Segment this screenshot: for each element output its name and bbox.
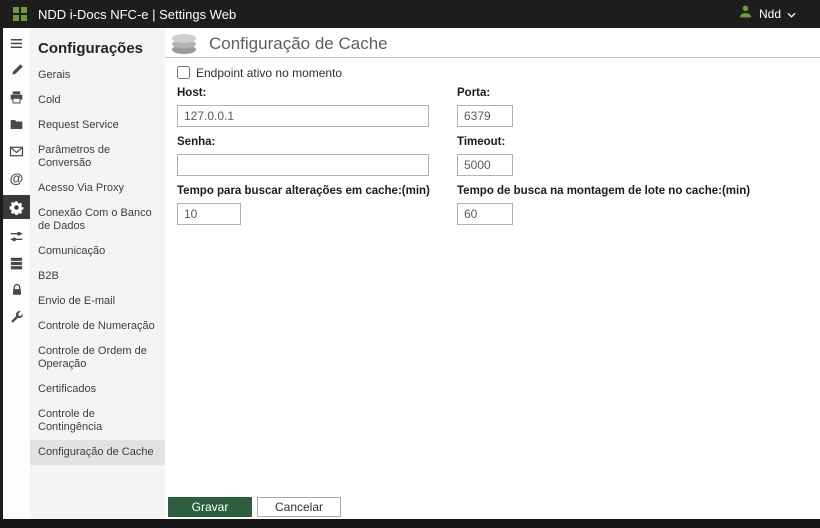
host-label: Host: bbox=[177, 87, 207, 99]
icon-rail: @ bbox=[3, 28, 30, 519]
lock-icon[interactable] bbox=[3, 280, 30, 300]
sidebar-item-conexao-com-o-banco-de-dados[interactable]: Conexão Com o Banco de Dados bbox=[30, 201, 165, 239]
cancel-button[interactable]: Cancelar bbox=[257, 497, 341, 517]
user-name: Ndd bbox=[758, 7, 781, 21]
sidebar-item-acesso-via-proxy[interactable]: Acesso Via Proxy bbox=[30, 176, 165, 201]
endpoint-active-checkbox[interactable] bbox=[177, 66, 190, 79]
sidebar-item-comunicacao[interactable]: Comunicação bbox=[30, 239, 165, 264]
tempo-alteracoes-input[interactable] bbox=[177, 203, 241, 225]
topbar: NDD i-Docs NFC-e | Settings Web Ndd bbox=[0, 0, 820, 28]
sidebar: Configurações Gerais Cold Request Service P… bbox=[30, 28, 165, 519]
senha-input[interactable] bbox=[177, 154, 429, 176]
timeout-label: Timeout: bbox=[457, 136, 506, 148]
sidebar-item-certificados[interactable]: Certificados bbox=[30, 377, 165, 402]
endpoint-active-label: Endpoint ativo no momento bbox=[196, 65, 343, 80]
tempo-lote-field-group: Tempo de busca na montagem de lote no ca… bbox=[457, 185, 820, 225]
sidebar-list: Gerais Cold Request Service Parâmetros de C… bbox=[30, 63, 165, 465]
sidebar-item-parametros-de-conversao[interactable]: Parâmetros de Conversão bbox=[30, 138, 165, 176]
sliders-icon[interactable] bbox=[3, 226, 30, 246]
endpoint-active-row: Endpoint ativo no momento bbox=[177, 65, 820, 80]
sidebar-item-configuracao-de-cache[interactable]: Configuração de Cache bbox=[30, 440, 165, 465]
printer-icon[interactable] bbox=[3, 87, 30, 107]
timeout-field-group: Timeout: bbox=[457, 136, 820, 176]
tempo-lote-input[interactable] bbox=[457, 203, 513, 225]
porta-input[interactable] bbox=[457, 105, 513, 127]
porta-field-group: Porta: bbox=[457, 87, 820, 127]
user-menu[interactable]: Ndd bbox=[738, 4, 796, 24]
porta-label: Porta: bbox=[457, 87, 491, 99]
senha-field-group: Senha: bbox=[177, 136, 457, 176]
host-input[interactable] bbox=[177, 105, 429, 127]
sidebar-title: Configurações bbox=[38, 40, 144, 57]
brush-icon[interactable] bbox=[3, 60, 30, 80]
main-panel: Configuração de Cache Endpoint ativo no … bbox=[165, 28, 820, 519]
page-header: Configuração de Cache bbox=[165, 28, 820, 58]
user-icon bbox=[738, 4, 753, 24]
app-title: NDD i-Docs NFC-e | Settings Web bbox=[38, 6, 237, 22]
menu-icon[interactable] bbox=[3, 33, 30, 53]
sidebar-item-gerais[interactable]: Gerais bbox=[30, 63, 165, 88]
app-body: @ Configurações Gerais Cold Request Serv… bbox=[0, 28, 820, 519]
sidebar-item-controle-de-ordem-de-operacao[interactable]: Controle de Ordem de Operação bbox=[30, 339, 165, 377]
mail-icon[interactable] bbox=[3, 141, 30, 161]
app-window: NDD i-Docs NFC-e | Settings Web Ndd @ Co… bbox=[0, 0, 820, 528]
at-icon[interactable]: @ bbox=[3, 168, 30, 188]
sidebar-item-controle-de-contingencia[interactable]: Controle de Contingência bbox=[30, 402, 165, 440]
tempo-alteracoes-field-group: Tempo para buscar alterações em cache:(m… bbox=[177, 185, 457, 225]
host-field-group: Host: bbox=[177, 87, 457, 127]
chevron-down-icon bbox=[787, 5, 796, 23]
page-title: Configuração de Cache bbox=[209, 33, 388, 53]
wrench-icon[interactable] bbox=[3, 307, 30, 327]
tempo-alteracoes-label: Tempo para buscar alterações em cache:(m… bbox=[177, 185, 430, 197]
sidebar-item-cold[interactable]: Cold bbox=[30, 88, 165, 113]
sidebar-item-b2b[interactable]: B2B bbox=[30, 264, 165, 289]
fields-grid: Host: Porta: Senha: Timeout: bbox=[177, 87, 820, 225]
form-actions: Gravar Cancelar bbox=[168, 497, 341, 517]
gear-icon[interactable] bbox=[3, 195, 30, 219]
save-button[interactable]: Gravar bbox=[168, 497, 252, 517]
bottom-bar bbox=[0, 519, 820, 528]
folder-icon[interactable] bbox=[3, 114, 30, 134]
apps-grid-icon[interactable] bbox=[12, 6, 28, 22]
cache-form: Endpoint ativo no momento Host: Porta: S… bbox=[165, 58, 820, 225]
tempo-lote-label: Tempo de busca na montagem de lote no ca… bbox=[457, 185, 751, 197]
timeout-input[interactable] bbox=[457, 154, 513, 176]
cache-stack-icon bbox=[168, 32, 200, 56]
sidebar-item-request-service[interactable]: Request Service bbox=[30, 113, 165, 138]
sidebar-item-controle-de-numeracao[interactable]: Controle de Numeração bbox=[30, 314, 165, 339]
servers-icon[interactable] bbox=[3, 253, 30, 273]
senha-label: Senha: bbox=[177, 136, 216, 148]
sidebar-item-envio-de-e-mail[interactable]: Envio de E-mail bbox=[30, 289, 165, 314]
